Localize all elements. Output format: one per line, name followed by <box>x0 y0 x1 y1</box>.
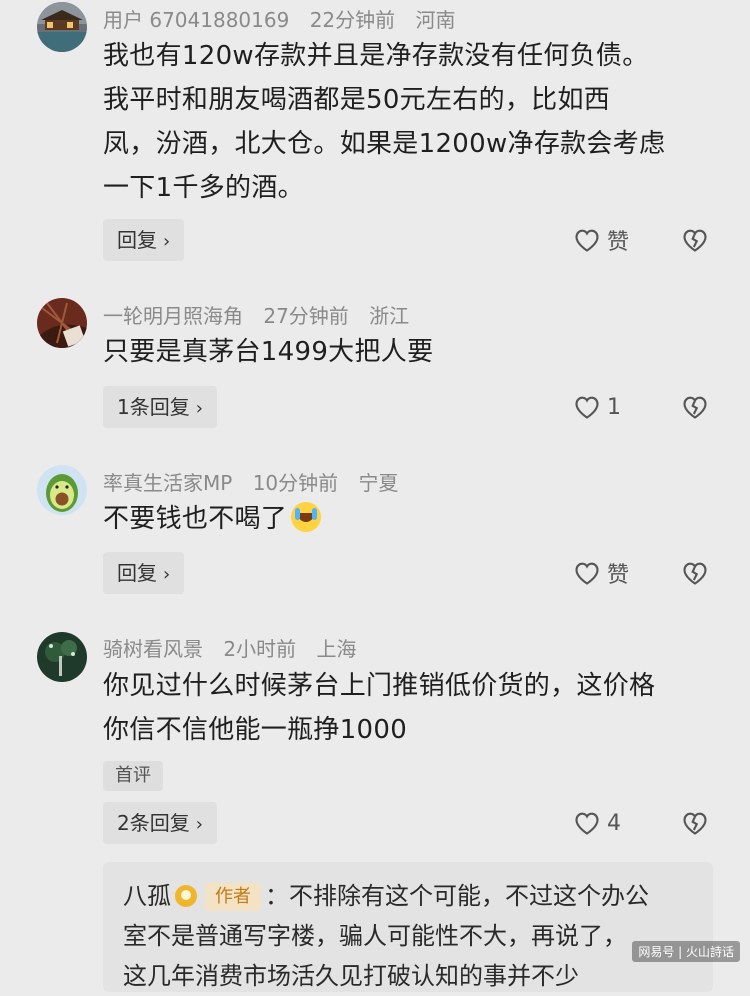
avatar[interactable] <box>37 465 87 515</box>
sub-reply-line: 室不是普通写字楼，骗人可能性不大，再说了， <box>123 922 627 950</box>
comment-line: 只要是真茅台1499大把人要 <box>103 337 434 367</box>
chevron-right-icon: › <box>195 398 203 419</box>
watermark: 网易号 | 火山詩话 <box>632 941 740 962</box>
avatar[interactable] <box>37 298 87 348</box>
reply-label: 1条回复 <box>117 395 190 419</box>
timestamp: 27分钟前 <box>263 304 349 328</box>
comment-line: 我平时和朋友喝酒都是50元左右的，比如西 <box>103 85 611 115</box>
sub-reply-line: 这几年消费市场活久见打破认知的事并不少 <box>123 962 579 990</box>
like-count: 赞 <box>607 230 630 255</box>
comment-meta: 用户 67041880169 22分钟前 河南 <box>103 4 470 33</box>
like-button[interactable]: 赞 <box>573 552 629 594</box>
chevron-right-icon: › <box>163 231 171 252</box>
reply-button[interactable]: 回复 › <box>103 552 185 594</box>
sub-reply-username[interactable]: 八孤 <box>123 882 171 910</box>
chevron-right-icon: › <box>195 814 203 835</box>
comment-text: 你见过什么时候茅台上门推销低价货的，这价格 你信不信他能一瓶挣1000 <box>103 664 723 752</box>
heart-icon <box>575 812 599 835</box>
location: 浙江 <box>369 304 410 328</box>
like-count: 4 <box>607 810 621 836</box>
comment-text: 不要钱也不喝了 <box>103 497 723 541</box>
sub-reply-line-text: ：不排除有这个可能，不过这个办公 <box>265 882 649 910</box>
like-button[interactable]: 1 <box>573 386 621 428</box>
broken-heart-icon[interactable] <box>681 393 709 421</box>
comment-line: 你信不信他能一瓶挣1000 <box>103 715 408 745</box>
comment-line: 你见过什么时候茅台上门推销低价货的，这价格 <box>103 671 656 701</box>
username[interactable]: 用户 67041880169 <box>103 8 289 32</box>
heart-icon <box>575 562 599 585</box>
username[interactable]: 骑树看风景 <box>103 637 203 661</box>
comment-meta: 率真生活家MP 10分钟前 宁夏 <box>103 467 413 496</box>
reply-button[interactable]: 1条回复 › <box>103 386 217 428</box>
sub-reply-line: 八孤 作者 ：不排除有这个可能，不过这个办公 <box>123 876 693 916</box>
comment-line: 一下1千多的酒。 <box>103 173 304 203</box>
chevron-right-icon: › <box>163 564 171 585</box>
verified-badge-icon <box>175 885 197 907</box>
first-comment-tag: 首评 <box>103 761 163 791</box>
comment-line-text: 不要钱也不喝了 <box>103 504 288 534</box>
like-button[interactable]: 赞 <box>573 219 629 261</box>
reply-label: 2条回复 <box>117 811 190 835</box>
location: 上海 <box>316 637 357 661</box>
reply-button[interactable]: 回复 › <box>103 219 185 261</box>
reply-button[interactable]: 2条回复 › <box>103 802 217 844</box>
like-count: 赞 <box>607 563 630 588</box>
author-badge: 作者 <box>205 883 261 911</box>
timestamp: 2小时前 <box>223 637 297 661</box>
reply-label: 回复 <box>117 228 157 252</box>
sub-reply-text: 八孤 作者 ：不排除有这个可能，不过这个办公 室不是普通写字楼，骗人可能性不大，再说… <box>123 876 693 996</box>
sub-reply[interactable]: 八孤 作者 ：不排除有这个可能，不过这个办公 室不是普通写字楼，骗人可能性不大，再说… <box>103 862 713 992</box>
timestamp: 10分钟前 <box>252 471 339 495</box>
timestamp: 22分钟前 <box>309 8 396 32</box>
heart-icon <box>575 229 599 252</box>
broken-heart-icon[interactable] <box>681 559 709 587</box>
username[interactable]: 率真生活家MP <box>103 471 232 495</box>
like-button[interactable]: 4 <box>573 802 621 844</box>
comment-text: 我也有120w存款并且是净存款没有任何负债。 我平时和朋友喝酒都是50元左右的，… <box>103 34 723 210</box>
reply-label: 回复 <box>117 561 157 585</box>
heart-icon <box>575 396 599 419</box>
location: 河南 <box>415 8 456 32</box>
avatar[interactable] <box>37 632 87 682</box>
comment-meta: 一轮明月照海角 27分钟前 浙江 <box>103 300 423 329</box>
comment-line: 不要钱也不喝了 <box>103 497 723 541</box>
comment-line: 我也有120w存款并且是净存款没有任何负债。 <box>103 41 649 71</box>
username[interactable]: 一轮明月照海角 <box>103 304 243 328</box>
broken-heart-icon[interactable] <box>681 809 709 837</box>
comment-text: 只要是真茅台1499大把人要 <box>103 330 723 374</box>
comment-line: 凤，汾酒，北大仓。如果是1200w净存款会考虑 <box>103 129 666 159</box>
comment-meta: 骑树看风景 2小时前 上海 <box>103 633 370 662</box>
like-count: 1 <box>607 394 621 420</box>
location: 宁夏 <box>358 471 399 495</box>
crying-laughing-emoji-icon <box>291 502 322 532</box>
avatar[interactable] <box>37 2 87 52</box>
broken-heart-icon[interactable] <box>681 226 709 254</box>
